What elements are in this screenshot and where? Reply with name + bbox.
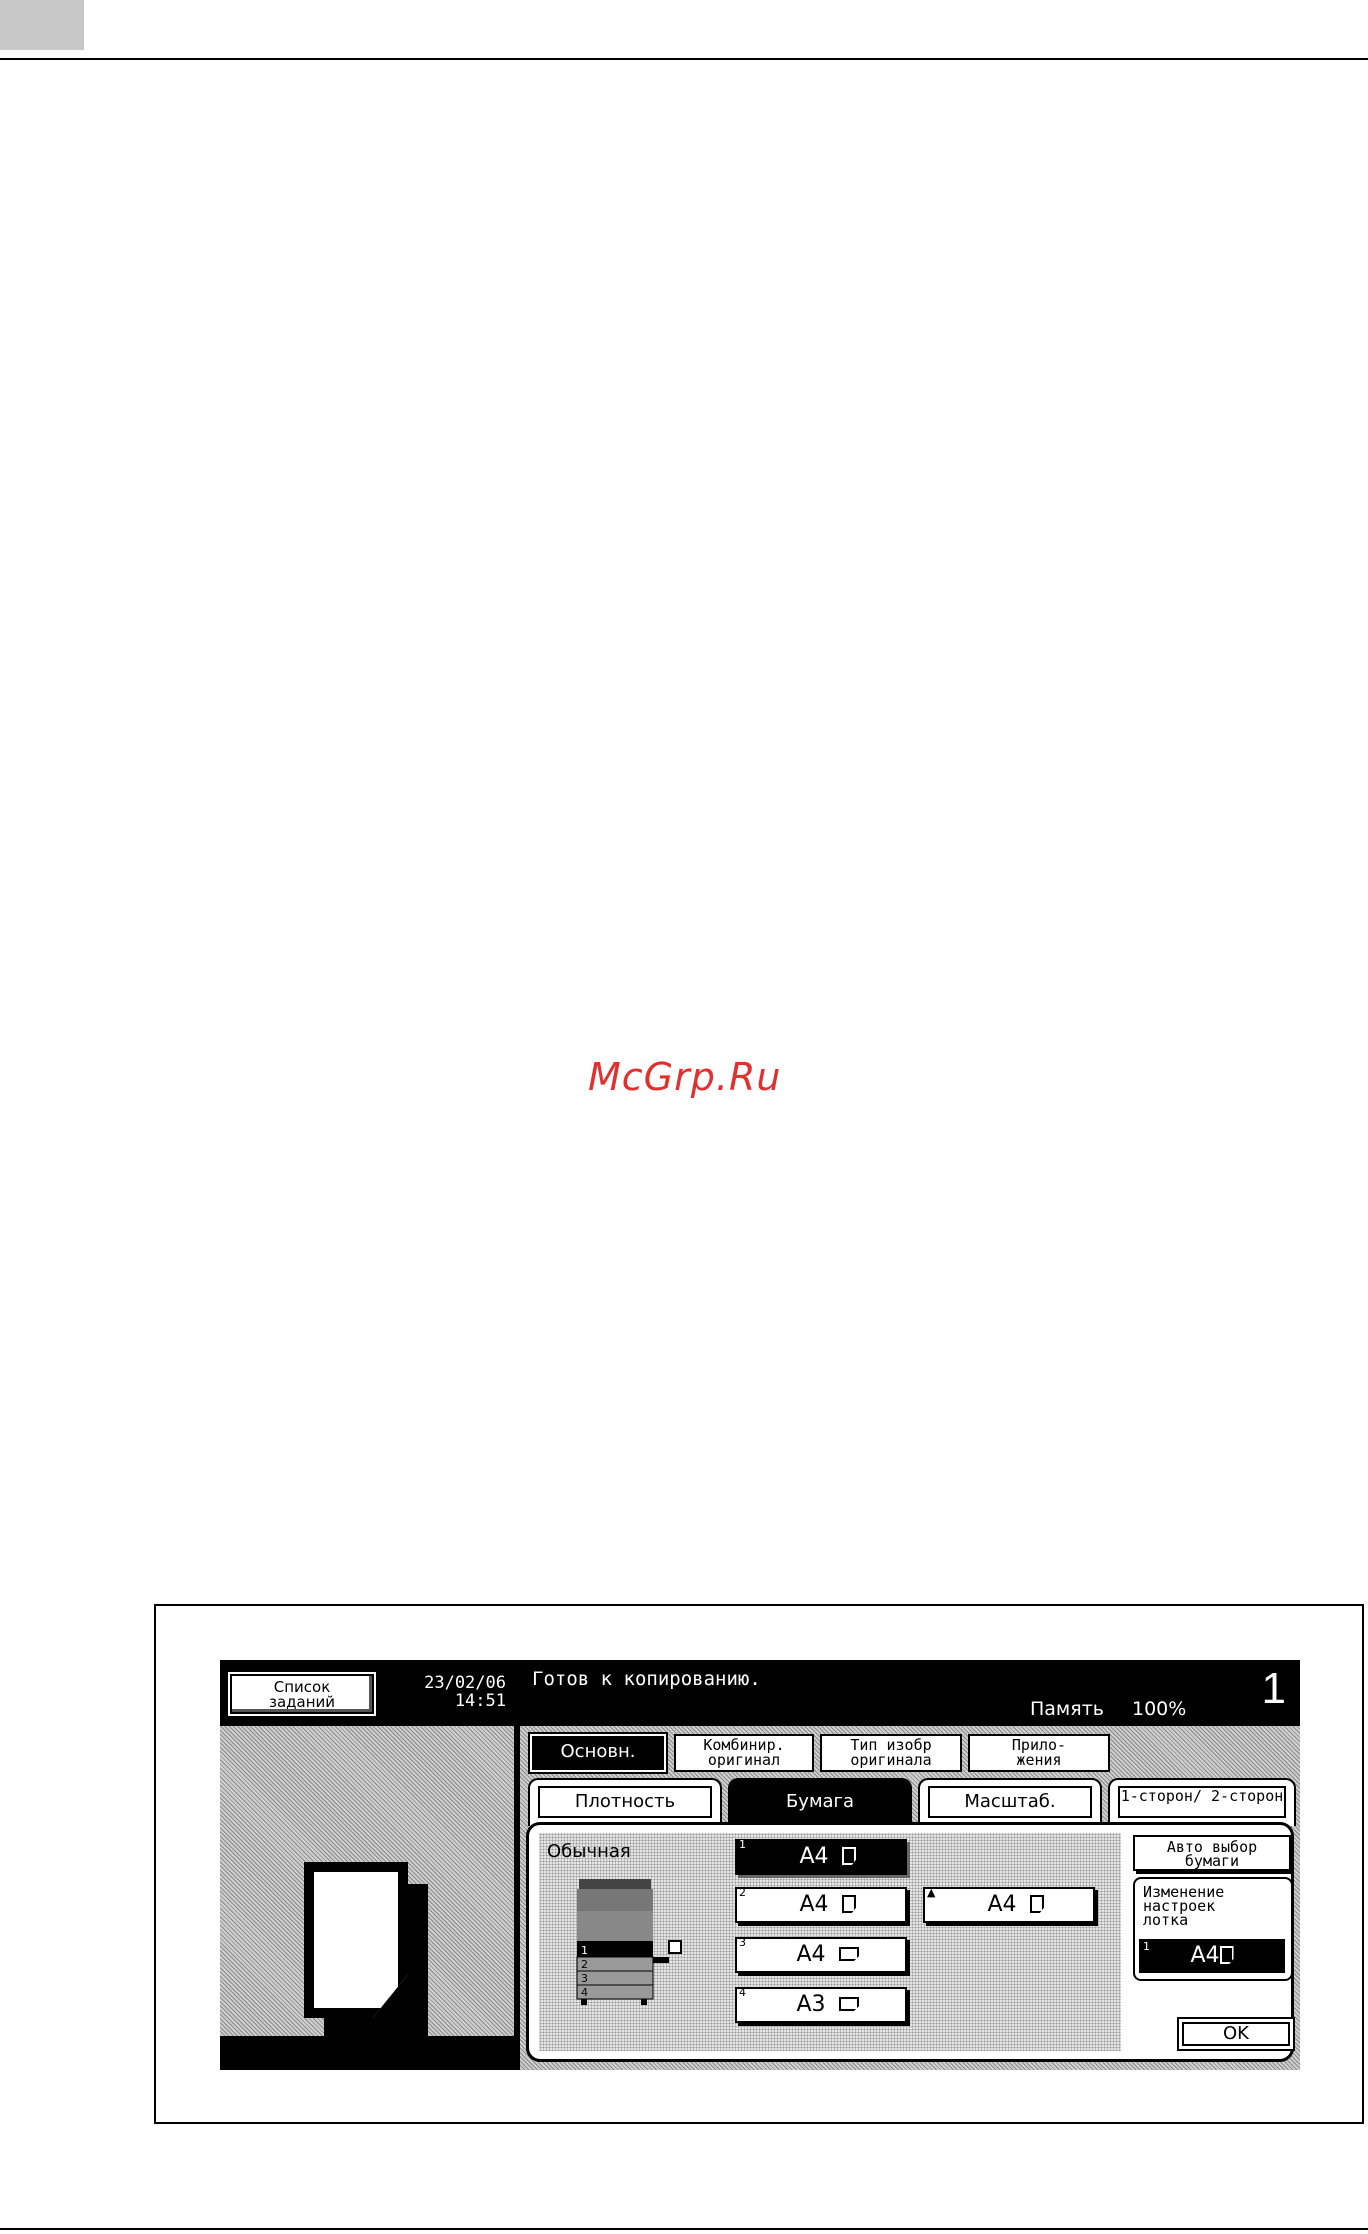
top-rule [0,58,1368,60]
tab-duplex[interactable]: 1-сторон/ 2-сторон [1108,1778,1296,1826]
svg-text:1: 1 [581,1944,588,1957]
bottom-rule [0,2228,1368,2230]
tray-settings-current-number: 1 [1143,1940,1150,1953]
job-list-button[interactable]: Список заданий [230,1674,374,1714]
tray-settings-current: 1 A4 [1139,1939,1285,1973]
copier-machine-icon: 1 2 3 4 [576,1879,682,2005]
tabs-area: Основн. Комбинир. оригинал Тип изобр ори… [520,1726,1300,2070]
svg-text:4: 4 [581,1986,588,1999]
date: 23/02/06 [424,1673,506,1693]
tray-2-size: A4 [799,1892,829,1917]
portrait-paper-icon [842,1847,856,1865]
landscape-paper-icon [839,1997,859,2011]
landscape-paper-icon [839,1947,859,1961]
job-list-label: Список заданий [268,1678,336,1711]
tab-density-label: Плотность [538,1786,712,1818]
original-preview [220,1726,514,2040]
tab-applications[interactable]: Прило-жения [968,1734,1110,1772]
tab-combine-original[interactable]: Комбинир. оригинал [674,1734,814,1772]
tray-3-size: A4 [796,1942,826,1967]
tab-combine-original-label: Комбинир. оригинал [703,1736,785,1769]
tab-original-type-label: Тип изобр оригинала [850,1736,932,1769]
tray-3-button[interactable]: 3 A4 [735,1937,907,1973]
datetime: 23/02/06 14:51 [390,1674,506,1710]
portrait-paper-icon [1219,1946,1234,1964]
tab-zoom[interactable]: Масштаб. [918,1778,1102,1826]
time: 14:51 [454,1691,506,1711]
tray-2-number: 2 [739,1886,746,1899]
ok-button[interactable]: OK [1177,2017,1295,2051]
watermark: McGrp.Ru [588,1055,782,1099]
portrait-paper-icon [842,1895,856,1913]
tray-3-number: 3 [739,1936,746,1949]
tray-settings-current-size: A4 [1190,1943,1220,1968]
tray-4-button[interactable]: 4 A3 [735,1987,907,2023]
tray-1-button[interactable]: 1 A4 [735,1839,907,1875]
portrait-paper-icon [1030,1895,1044,1913]
tray-4-size: A3 [796,1992,826,2017]
svg-text:2: 2 [581,1958,588,1971]
copy-count: 1 [1261,1664,1286,1713]
tab-basic[interactable]: Основн. [530,1734,666,1772]
svg-text:3: 3 [581,1972,588,1985]
tray-settings-change[interactable]: Изменение настроек лотка 1 A4 [1133,1877,1293,1981]
auto-paper-label: Авто выбор бумаги [1166,1838,1258,1870]
copier-screen: Список заданий 23/02/06 14:51 Готов к ко… [220,1660,1300,2070]
tray-2-button[interactable]: 2 A4 [735,1887,907,1923]
tray-settings-label: Изменение настроек лотка [1143,1883,1225,1929]
tray-1-size: A4 [799,1844,829,1869]
bypass-tray-icon: ▲ [927,1886,936,1899]
auto-paper-button[interactable]: Авто выбор бумаги [1133,1835,1291,1871]
left-header: Список заданий 23/02/06 14:51 [220,1660,514,1726]
tab-zoom-label: Масштаб. [928,1786,1092,1818]
tab-paper-label: Бумага [738,1786,902,1818]
page-corner-marker [0,0,84,50]
tray-4-number: 4 [739,1986,746,1999]
bypass-tray-button[interactable]: ▲ A4 [923,1887,1095,1923]
tray-1-number: 1 [739,1838,746,1851]
tab-applications-label: Прило-жения [1011,1736,1067,1769]
status-bar: Готов к копированию. Память 100% 1 [520,1660,1300,1726]
tab-duplex-label: 1-сторон/ 2-сторон [1118,1786,1286,1818]
tray-selection-area: Обычная 1 2 3 4 1 A4 2 A4 3 A4 4 A3 ▲ A4 [539,1833,1121,2051]
tab-paper[interactable]: Бумага [728,1778,912,1826]
status-message: Готов к копированию. [532,1668,761,1690]
bypass-tray-size: A4 [987,1892,1017,1917]
tab-original-type[interactable]: Тип изобр оригинала [820,1734,962,1772]
left-footer [220,2036,514,2070]
memory-label: Память [1030,1698,1104,1720]
tab-density[interactable]: Плотность [528,1778,722,1826]
memory-value: 100% [1132,1698,1187,1720]
paper-type-label: Обычная [547,1841,631,1862]
paper-settings-panel: Обычная 1 2 3 4 1 A4 2 A4 3 A4 4 A3 ▲ A4… [526,1822,1295,2062]
